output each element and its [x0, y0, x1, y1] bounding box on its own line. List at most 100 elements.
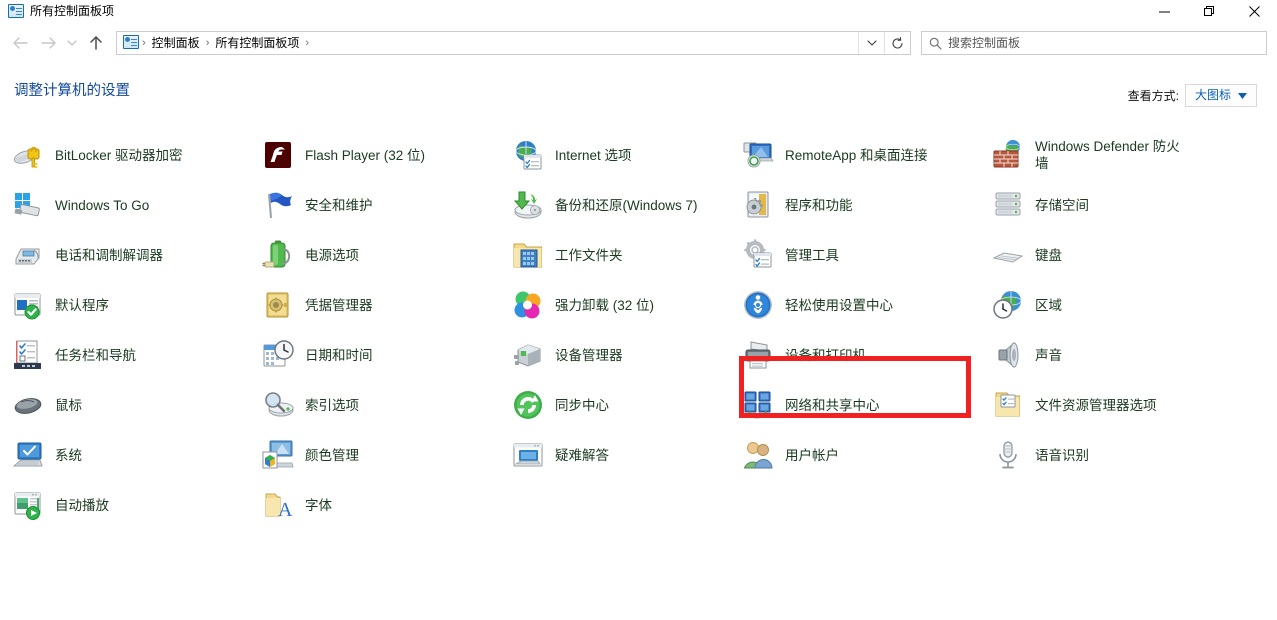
cp-item-power-options[interactable]: 电源选项: [262, 230, 512, 280]
file-explorer-options-icon: [992, 389, 1024, 421]
cp-item-file-explorer-options[interactable]: 文件资源管理器选项: [992, 380, 1257, 430]
cp-item-label: 颜色管理: [305, 447, 359, 464]
cp-item-network-sharing[interactable]: 网络和共享中心: [742, 380, 992, 430]
refresh-button[interactable]: [884, 32, 910, 54]
arrow-left-icon: [12, 36, 29, 50]
cp-item-system[interactable]: 系统: [12, 430, 262, 480]
cp-item-devices-printers[interactable]: 设备和打印机: [742, 330, 992, 380]
taskbar-navigation-icon: [12, 339, 44, 371]
administrative-tools-icon: [742, 239, 774, 271]
chevron-down-icon: [867, 39, 877, 47]
content-area: 调整计算机的设置 查看方式: 大图标: [0, 62, 1277, 620]
grid-column: BitLocker 驱动器加密 Windows To Go: [12, 130, 262, 530]
cp-item-sound[interactable]: 声音: [992, 330, 1257, 380]
forward-button[interactable]: [34, 28, 62, 58]
cp-item-taskbar-navigation[interactable]: 任务栏和导航: [12, 330, 262, 380]
cp-item-color-management[interactable]: 颜色管理: [262, 430, 512, 480]
cp-item-bitlocker[interactable]: BitLocker 驱动器加密: [12, 130, 262, 180]
programs-features-icon: [742, 189, 774, 221]
back-button[interactable]: [6, 28, 34, 58]
cp-item-label: 存储空间: [1035, 197, 1089, 214]
internet-options-icon: [512, 139, 544, 171]
power-options-icon: [262, 239, 294, 271]
close-button[interactable]: [1232, 0, 1277, 23]
cp-item-internet-options[interactable]: Internet 选项: [512, 130, 742, 180]
cp-item-uninstaller[interactable]: 强力卸载 (32 位): [512, 280, 742, 330]
default-programs-icon: [12, 289, 44, 321]
cp-item-date-time[interactable]: 日期和时间: [262, 330, 512, 380]
cp-item-label: 电源选项: [305, 247, 359, 264]
breadcrumb-item-all-items[interactable]: 所有控制面板项: [210, 32, 304, 54]
cp-item-label: 字体: [305, 497, 332, 514]
address-bar[interactable]: › 控制面板 › 所有控制面板项 ›: [116, 31, 911, 55]
cp-item-label: 默认程序: [55, 297, 109, 314]
cp-item-windows-to-go[interactable]: Windows To Go: [12, 180, 262, 230]
cp-item-keyboard[interactable]: 键盘: [992, 230, 1257, 280]
indexing-options-icon: [262, 389, 294, 421]
cp-item-label: 声音: [1035, 347, 1062, 364]
cp-item-flash-player[interactable]: Flash Player (32 位): [262, 130, 512, 180]
cp-item-ease-of-access[interactable]: 轻松使用设置中心: [742, 280, 992, 330]
cp-item-user-accounts[interactable]: 用户帐户: [742, 430, 992, 480]
cp-item-device-manager[interactable]: 设备管理器: [512, 330, 742, 380]
cp-item-indexing-options[interactable]: 索引选项: [262, 380, 512, 430]
device-manager-icon: [512, 339, 544, 371]
windows-to-go-icon: [12, 189, 44, 221]
cp-item-label: 程序和功能: [785, 197, 853, 214]
cp-item-fonts[interactable]: A 字体: [262, 480, 512, 530]
cp-item-remoteapp[interactable]: RemoteApp 和桌面连接: [742, 130, 992, 180]
cp-item-sync-center[interactable]: 同步中心: [512, 380, 742, 430]
grid-column: RemoteApp 和桌面连接 程序和功能: [742, 130, 992, 530]
chevron-down-icon: [67, 39, 77, 47]
cp-item-region[interactable]: 区域: [992, 280, 1257, 330]
speech-recognition-icon: [992, 439, 1024, 471]
grid-column: Internet 选项 备份和还原(Windows 7): [512, 130, 742, 530]
uninstaller-icon: [512, 289, 544, 321]
cp-item-phone-modem[interactable]: 电话和调制解调器: [12, 230, 262, 280]
view-by-value: 大图标: [1195, 85, 1231, 106]
cp-item-label: 自动播放: [55, 497, 109, 514]
cp-item-default-programs[interactable]: 默认程序: [12, 280, 262, 330]
up-button[interactable]: [82, 28, 110, 58]
cp-item-label: 凭据管理器: [305, 297, 373, 314]
cp-item-label: 设备和打印机: [785, 347, 866, 364]
system-icon: [12, 439, 44, 471]
breadcrumb-item-control-panel[interactable]: 控制面板: [147, 32, 205, 54]
cp-item-speech-recognition[interactable]: 语音识别: [992, 430, 1257, 480]
cp-item-work-folders[interactable]: 工作文件夹: [512, 230, 742, 280]
date-time-icon: [262, 339, 294, 371]
cp-item-label: 电话和调制解调器: [55, 247, 163, 264]
cp-item-mouse[interactable]: 鼠标: [12, 380, 262, 430]
window-title: 所有控制面板项: [30, 0, 114, 23]
cp-item-label: 网络和共享中心: [785, 397, 880, 414]
window-controls: [1142, 0, 1277, 23]
cp-item-credential-manager[interactable]: 凭据管理器: [262, 280, 512, 330]
bitlocker-icon: [12, 139, 44, 171]
cp-item-security-maintenance[interactable]: 安全和维护: [262, 180, 512, 230]
fonts-icon: A: [262, 489, 294, 521]
cp-item-storage-spaces[interactable]: 存储空间: [992, 180, 1257, 230]
cp-item-programs-features[interactable]: 程序和功能: [742, 180, 992, 230]
search-box[interactable]: 搜索控制面板: [921, 31, 1267, 55]
cp-item-backup-restore[interactable]: 备份和还原(Windows 7): [512, 180, 742, 230]
minimize-button[interactable]: [1142, 0, 1187, 23]
control-panel-icon: [8, 4, 24, 20]
view-by-dropdown[interactable]: 大图标: [1185, 84, 1257, 107]
navigation-bar: › 控制面板 › 所有控制面板项 › 搜索控制面板: [0, 24, 1277, 62]
cp-item-label: 用户帐户: [785, 447, 839, 464]
user-accounts-icon: [742, 439, 774, 471]
cp-item-windows-defender-firewall[interactable]: Windows Defender 防火墙: [992, 130, 1257, 180]
cp-item-label: 系统: [55, 447, 82, 464]
search-input[interactable]: 搜索控制面板: [948, 32, 1020, 54]
maximize-button[interactable]: [1187, 0, 1232, 23]
cp-item-label: 日期和时间: [305, 347, 373, 364]
cp-item-administrative-tools[interactable]: 管理工具: [742, 230, 992, 280]
restore-icon: [1204, 6, 1215, 17]
close-icon: [1249, 6, 1260, 17]
cp-item-troubleshooting[interactable]: 疑难解答: [512, 430, 742, 480]
windows-defender-firewall-icon: [992, 139, 1024, 171]
cp-item-autoplay[interactable]: 自动播放: [12, 480, 262, 530]
recent-locations-button[interactable]: [62, 28, 82, 58]
address-dropdown-button[interactable]: [858, 32, 884, 54]
cp-item-label: 设备管理器: [555, 347, 623, 364]
